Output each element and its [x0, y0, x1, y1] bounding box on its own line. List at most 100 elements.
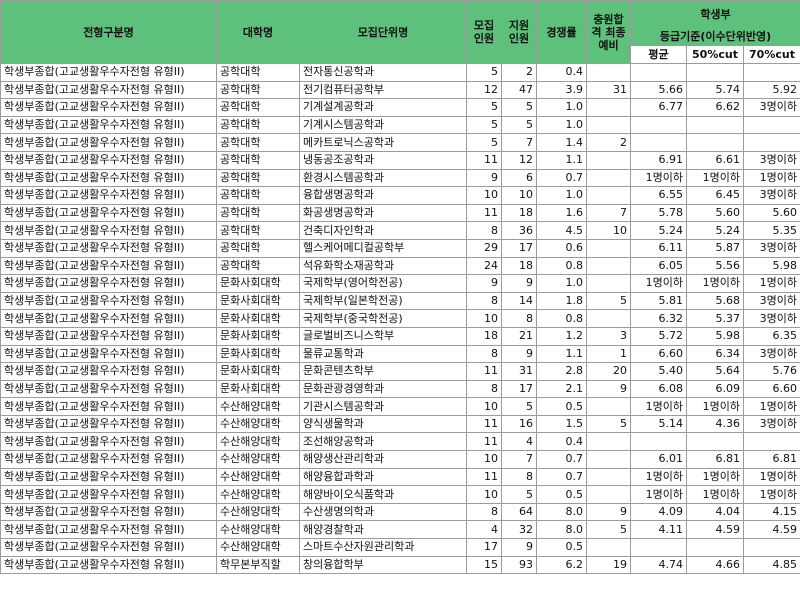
- table-row: 학생부종합(고교생활우수자전형 유형II) 공학대학 헬스케어메디컬공학부 29 17 0…: [0, 238, 800, 258]
- average-cell: 6.01: [630, 450, 687, 469]
- ratio-cell: 1.0: [536, 115, 587, 135]
- college-cell: 공학대학: [216, 115, 300, 135]
- table-header: 전형구분명 대학명 모집단위명 모집 인원 지원 인원 경쟁률 충원합격 최종예…: [0, 0, 800, 64]
- college-cell: 수산해양대학: [216, 520, 300, 540]
- quota-cell: 17: [466, 538, 502, 557]
- table-row: 학생부종합(고교생활우수자전형 유형II) 공학대학 융합생명공학과 10 10 1.0 6…: [0, 186, 800, 205]
- applicants-cell: 4: [501, 432, 537, 452]
- cut50-cell: 1명이하: [686, 467, 744, 487]
- cut70-cell: 5.76: [742, 362, 800, 381]
- quota-cell: 9: [466, 168, 502, 188]
- quota-cell: 8: [466, 502, 502, 522]
- table-row: 학생부종합(고교생활우수자전형 유형II) 문화사회대학 문화콘텐츠학부 11 31 2.…: [0, 362, 800, 381]
- quota-cell: 15: [466, 555, 502, 575]
- average-cell: 1명이하: [630, 467, 687, 487]
- applicants-cell: 10: [501, 186, 537, 205]
- cut70-cell: [742, 115, 800, 135]
- waitlist-cell: 10: [586, 221, 631, 240]
- unit-cell: 전기컴퓨터공학부: [299, 80, 467, 100]
- table-row: 학생부종합(고교생활우수자전형 유형II) 공학대학 냉동공조공학과 11 12 1.1 6…: [0, 150, 800, 170]
- cut50-cell: 6.61: [686, 150, 744, 170]
- ratio-cell: 8.0: [536, 502, 587, 522]
- cut50-cell: 5.56: [686, 256, 744, 276]
- average-cell: 5.81: [630, 291, 687, 311]
- applicants-cell: 18: [501, 256, 537, 276]
- cut50-cell: 4.04: [686, 502, 744, 522]
- college-cell: 공학대학: [216, 186, 300, 205]
- track-cell: 학생부종합(고교생활우수자전형 유형II): [0, 238, 217, 258]
- applicants-cell: 9: [501, 344, 537, 364]
- track-cell: 학생부종합(고교생활우수자전형 유형II): [0, 63, 217, 82]
- unit-cell: 전자통신공학과: [299, 63, 467, 82]
- average-cell: 6.08: [630, 379, 687, 399]
- college-cell: 수산해양대학: [216, 502, 300, 522]
- ratio-cell: 1.4: [536, 133, 587, 152]
- quota-cell: 29: [466, 238, 502, 258]
- college-cell: 문화사회대학: [216, 379, 300, 399]
- waitlist-cell: 7: [586, 203, 631, 223]
- applicants-cell: 21: [501, 326, 537, 346]
- college-cell: 공학대학: [216, 80, 300, 100]
- cut50-cell: 6.81: [686, 450, 744, 469]
- cut70-cell: 4.85: [742, 555, 800, 575]
- unit-cell: 글로벌비즈니스학부: [299, 326, 467, 346]
- table-row: 학생부종합(고교생활우수자전형 유형II) 문화사회대학 문화관광경영학과 8 17 2.…: [0, 379, 800, 399]
- unit-cell: 해양바이오식품학과: [299, 485, 467, 504]
- table-body: 학생부종합(고교생활우수자전형 유형II) 공학대학 전자통신공학과 5 2 0.4 학생부…: [0, 63, 800, 575]
- track-cell: 학생부종합(고교생활우수자전형 유형II): [0, 186, 217, 205]
- applicants-cell: 5: [501, 485, 537, 504]
- unit-cell: 헬스케어메디컬공학부: [299, 238, 467, 258]
- cut50-cell: 1명이하: [686, 397, 744, 416]
- ratio-cell: 1.6: [536, 203, 587, 223]
- waitlist-cell: [586, 168, 631, 188]
- average-cell: 6.05: [630, 256, 687, 276]
- table-row: 학생부종합(고교생활우수자전형 유형II) 문화사회대학 국제학부(중국학전공) 10…: [0, 309, 800, 328]
- ratio-cell: 0.4: [536, 432, 587, 452]
- unit-cell: 석유화학소재공학과: [299, 256, 467, 276]
- cut50-cell: 6.34: [686, 344, 744, 364]
- unit-cell: 조선해양공학과: [299, 432, 467, 452]
- quota-cell: 11: [466, 203, 502, 223]
- quota-cell: 4: [466, 520, 502, 540]
- waitlist-cell: [586, 115, 631, 135]
- waitlist-cell: [586, 538, 631, 557]
- ratio-cell: 0.4: [536, 63, 587, 82]
- college-cell: 공학대학: [216, 63, 300, 82]
- quota-cell: 24: [466, 256, 502, 276]
- track-cell: 학생부종합(고교생활우수자전형 유형II): [0, 485, 217, 504]
- table-row: 학생부종합(고교생활우수자전형 유형II) 수산해양대학 양식생물학과 11 16 1.5…: [0, 414, 800, 434]
- cut50-cell: 5.74: [686, 80, 744, 100]
- cut50-cell: 6.45: [686, 186, 744, 205]
- table-row: 학생부종합(고교생활우수자전형 유형II) 공학대학 기계시스템공학과 5 5 1.0: [0, 115, 800, 135]
- quota-cell: 18: [466, 326, 502, 346]
- ratio-cell: 0.7: [536, 450, 587, 469]
- table-row: 학생부종합(고교생활우수자전형 유형II) 수산해양대학 조선해양공학과 11 4 0.4: [0, 432, 800, 452]
- average-cell: 6.32: [630, 309, 687, 328]
- average-cell: [630, 115, 687, 135]
- applicants-cell: 7: [501, 133, 537, 152]
- cut50-cell: 6.09: [686, 379, 744, 399]
- ratio-cell: 8.0: [536, 520, 587, 540]
- college-cell: 공학대학: [216, 238, 300, 258]
- average-cell: 5.14: [630, 414, 687, 434]
- cut50-cell: 5.68: [686, 291, 744, 311]
- track-cell: 학생부종합(고교생활우수자전형 유형II): [0, 274, 217, 293]
- track-cell: 학생부종합(고교생활우수자전형 유형II): [0, 362, 217, 381]
- cut50-cell: 5.37: [686, 309, 744, 328]
- waitlist-cell: [586, 186, 631, 205]
- waitlist-cell: 20: [586, 362, 631, 381]
- applicants-cell: 9: [501, 274, 537, 293]
- ratio-cell: 2.8: [536, 362, 587, 381]
- ratio-cell: 0.5: [536, 397, 587, 416]
- applicants-cell: 14: [501, 291, 537, 311]
- table-row: 학생부종합(고교생활우수자전형 유형II) 학무본부직할 창의융합학부 15 93 6.2…: [0, 555, 800, 575]
- header-ratio: 경쟁률: [536, 0, 587, 64]
- header-applicants: 지원 인원: [501, 0, 537, 64]
- unit-cell: 기계설계공학과: [299, 98, 467, 117]
- track-cell: 학생부종합(고교생활우수자전형 유형II): [0, 379, 217, 399]
- cut70-cell: 5.98: [742, 256, 800, 276]
- cut50-cell: 5.98: [686, 326, 744, 346]
- applicants-cell: 17: [501, 238, 537, 258]
- applicants-cell: 6: [501, 168, 537, 188]
- ratio-cell: 1.1: [536, 344, 587, 364]
